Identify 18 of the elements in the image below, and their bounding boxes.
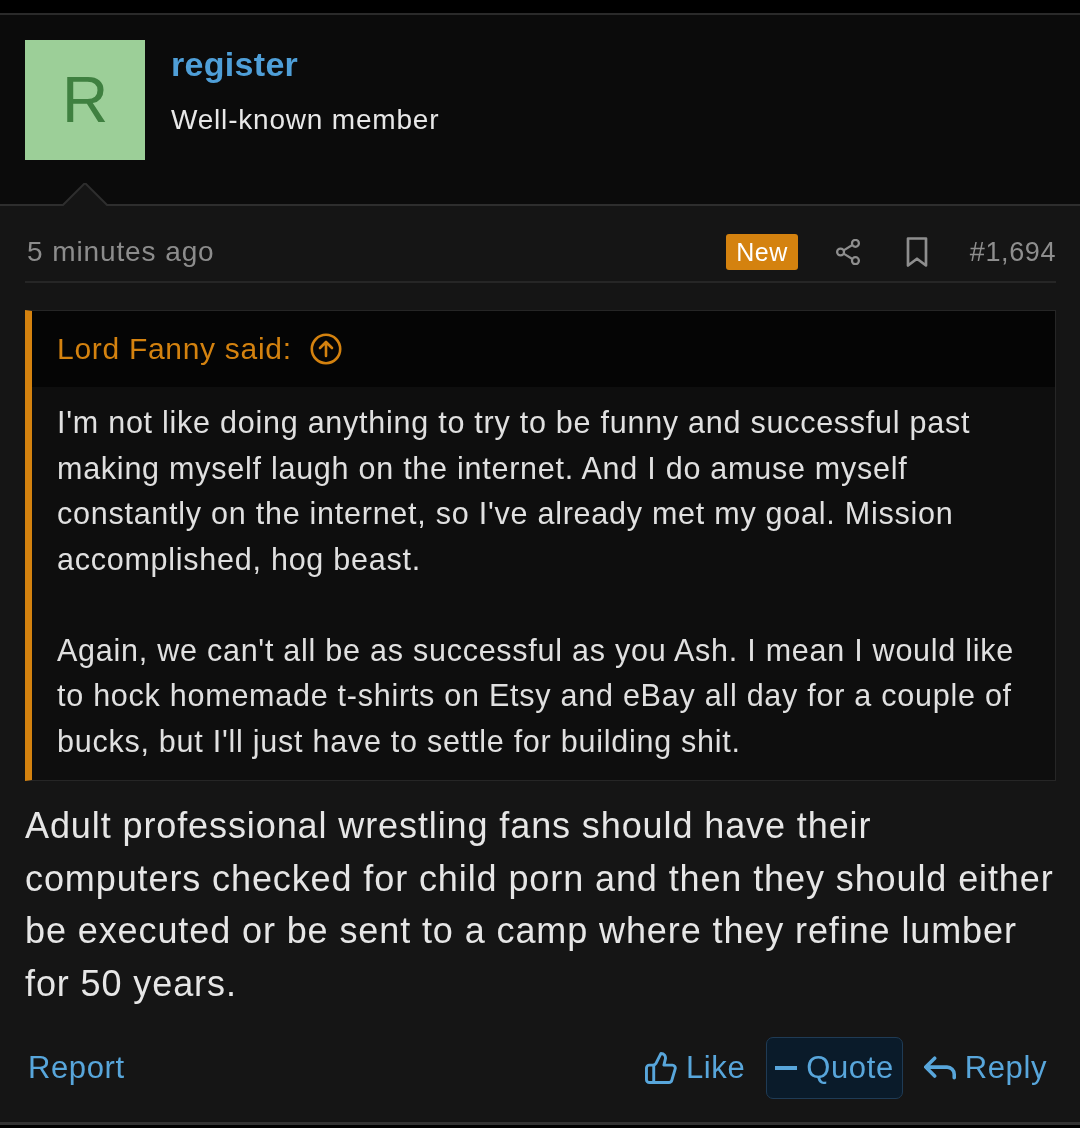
username-link[interactable]: register — [171, 40, 299, 88]
minus-icon — [775, 1066, 798, 1070]
report-link[interactable]: Report — [25, 1050, 125, 1086]
quote-paragraph: I'm not like doing anything to try to be funny and successful past making myself laugh on the internet. And I do amuse myself constantly on the internet, so I've already met my goal. Mission accomplished, hog beast. — [57, 404, 972, 579]
quote-button[interactable]: Quote — [766, 1037, 903, 1099]
share-icon[interactable] — [835, 239, 860, 265]
reply-button[interactable]: Reply — [914, 1037, 1056, 1099]
new-badge: New — [726, 234, 798, 270]
arrow-up-circle-icon[interactable] — [309, 333, 342, 365]
like-button[interactable]: Like — [636, 1037, 755, 1099]
post-text: Adult professional wrestling fans should have their computers checked for child porn and then they should either be executed or be sent to a camp where they refine lumber for 50 years. — [25, 804, 1055, 1006]
post-number-link[interactable]: #1,694 — [969, 236, 1056, 268]
thumbs-up-icon — [645, 1052, 677, 1084]
quote-attribution[interactable]: Lord Fanny said: — [57, 332, 292, 366]
user-title: Well-known member — [171, 103, 440, 137]
post-time[interactable]: 5 minutes ago — [25, 236, 215, 268]
quote-paragraph: Again, we can't all be as successful as you Ash. I mean I would like to hock homemade t-shirts on Etsy and eBay all day for a couple of bucks, but I'll just have to settle for building shit. — [57, 631, 1016, 761]
bookmark-icon[interactable] — [905, 237, 928, 267]
